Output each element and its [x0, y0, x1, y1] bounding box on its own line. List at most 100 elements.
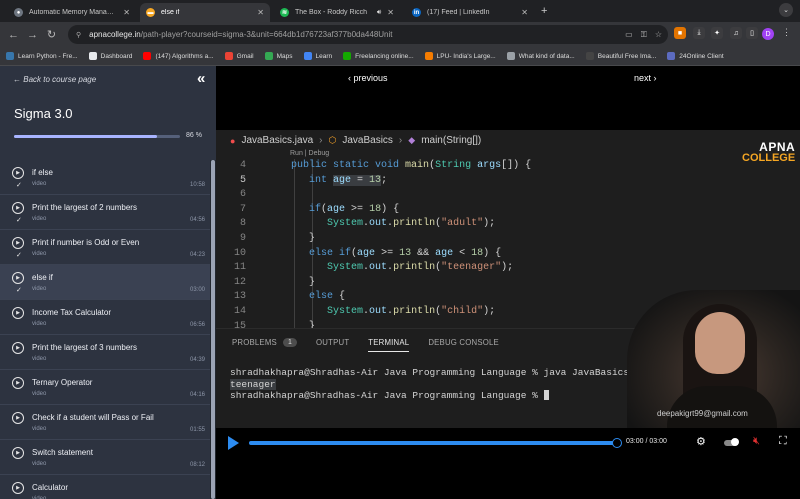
close-tab-icon[interactable]: ✕ — [123, 8, 130, 17]
bookmark-label: Freelancing online... — [355, 52, 414, 60]
next-lesson-link[interactable]: next › — [634, 73, 657, 83]
collapse-sidebar-icon[interactable]: « — [197, 70, 205, 87]
close-tab-icon[interactable]: ✕ — [257, 8, 264, 17]
previous-lesson-link[interactable]: ‹ previous — [348, 73, 388, 83]
lesson-item[interactable]: ▶ Income Tax Calculator video 06:56 — [0, 300, 210, 335]
panel-tab-terminal[interactable]: TERMINAL — [368, 338, 410, 352]
lesson-item[interactable]: ▶ ✓ if else video 10:58 — [0, 160, 210, 195]
volume-muted-icon[interactable]: 🔇︎ — [753, 435, 760, 448]
course-progress-fill — [14, 135, 157, 138]
autoplay-toggle[interactable] — [724, 438, 739, 446]
tab-title: else if — [161, 9, 180, 16]
close-tab-icon[interactable]: ✕ — [387, 8, 394, 17]
settings-gear-icon[interactable]: ⚙ — [696, 435, 706, 448]
panel-tab-problems[interactable]: PROBLEMS 1 — [232, 338, 298, 347]
line-number: 14 — [233, 305, 246, 317]
bookmark-item[interactable]: Learn Python - Fre... — [6, 52, 78, 60]
lesson-item[interactable]: ▶ ✓ Print the largest of 2 numbers video 04:… — [0, 195, 210, 230]
play-circle-icon: ▶ — [12, 307, 24, 319]
play-circle-icon: ▶ — [12, 342, 24, 354]
back-arrow-icon[interactable]: ← — [6, 29, 21, 41]
bookmark-item[interactable]: What kind of data... — [506, 52, 575, 60]
url-bar[interactable]: ⚲ apnacollege.in/path-player?courseid=si… — [68, 25, 668, 44]
tab-search-icon[interactable]: ⌄ — [779, 3, 793, 17]
breadcrumb-separator: › — [398, 135, 403, 146]
bookmark-label: Beautiful Free Ima... — [597, 52, 657, 60]
address-toolbar: ← → ↻ ⚲ apnacollege.in/path-player?cours… — [0, 22, 800, 47]
bookmark-label: Gmail — [236, 52, 254, 60]
bookmark-star-icon[interactable]: ☆ — [655, 30, 662, 39]
lesson-item[interactable]: ▶ Calculator video — [0, 475, 210, 499]
bookmark-item[interactable]: Learn — [303, 52, 332, 60]
play-icon[interactable] — [228, 436, 239, 450]
downloads-icon[interactable]: ⤓ — [693, 27, 705, 39]
bookmark-item[interactable]: Dashboard — [88, 52, 132, 60]
code-text: if(age >= 18) { — [309, 203, 400, 215]
unsplash-icon — [585, 52, 594, 60]
new-tab-button[interactable]: + — [541, 5, 547, 17]
code-text: System.out.println("child"); — [327, 305, 496, 317]
checkmark-icon: ✓ — [16, 252, 22, 259]
bookmark-item[interactable]: Gmail — [224, 52, 254, 60]
lesson-list: ▶ ✓ if else video 10:58 ▶ ✓ Print the largest o… — [0, 160, 210, 499]
lesson-duration: 06:56 — [189, 322, 205, 328]
code-line: 9} — [216, 232, 800, 247]
forward-arrow-icon[interactable]: → — [25, 29, 40, 41]
browser-tab[interactable]: ▬ else if ✕ — [140, 3, 270, 22]
freelancing-icon — [343, 52, 352, 60]
lesson-item[interactable]: ▶ Check if a student will Pass or Fail vid… — [0, 405, 210, 440]
video-player[interactable]: ‹ previous next › ● JavaBasics.java › ⬡ … — [216, 66, 800, 499]
bookmark-item[interactable]: Freelancing online... — [343, 52, 414, 60]
media-control-icon[interactable]: ♫ — [730, 27, 742, 39]
panel-tab-output[interactable]: OUTPUT — [316, 338, 349, 347]
browser-tab[interactable]: ≋ The Box - Roddy Ricch 🔊︎ ✕ — [274, 3, 400, 22]
lesson-item[interactable]: ▶ Switch statement video 08:12 — [0, 440, 210, 475]
code-text: } — [309, 276, 316, 288]
key-icon[interactable]: ⚿ — [641, 30, 647, 40]
lesson-item[interactable]: ▶ Print the largest of 3 numbers video 04:3… — [0, 335, 210, 370]
seek-bar[interactable] — [249, 441, 617, 445]
checkmark-icon: ✓ — [16, 217, 22, 224]
bookmark-item[interactable]: LPU- India's Large... — [424, 52, 496, 60]
course-progress-label: 86 % — [186, 132, 202, 139]
extensions-puzzle-icon[interactable]: ✦ — [711, 27, 723, 39]
lesson-item[interactable]: ▶ ✓ Print if number is Odd or Even video 04:… — [0, 230, 210, 265]
profile-avatar[interactable]: D — [762, 28, 774, 40]
browser-menu-icon[interactable]: ⋮ — [782, 27, 791, 38]
learn-icon — [303, 52, 312, 60]
line-number: 10 — [233, 247, 246, 259]
lesson-title: Ternary Operator — [32, 378, 93, 387]
back-to-course-link[interactable]: ← Back to course page — [13, 75, 96, 84]
seek-knob[interactable] — [612, 438, 622, 448]
side-panel-icon[interactable]: ▯ — [746, 27, 758, 39]
lesson-type: video — [32, 461, 47, 467]
panel-tabs: PROBLEMS 1 OUTPUT TERMINAL DEBUG CONSOLE — [232, 338, 499, 352]
bookmark-item[interactable]: (147) Algorithms a... — [143, 52, 214, 60]
site-info-icon[interactable]: ⚲ — [76, 31, 81, 39]
terminal-line-2: teenager — [230, 378, 276, 390]
browser-tab[interactable]: in (17) Feed | LinkedIn ✕ — [406, 3, 534, 22]
browser-tab[interactable]: ● Automatic Memory Managem ✕ — [8, 3, 136, 22]
play-circle-icon: ▶ — [12, 482, 24, 494]
bookmark-item[interactable]: 24Online Client — [667, 52, 724, 60]
extension-icon[interactable]: ■ — [674, 27, 686, 39]
time-display: 03:00 / 03:00 — [626, 438, 667, 445]
lesson-item[interactable]: ▶ ✓ else if video 03:00 — [0, 265, 210, 300]
scrollbar-thumb[interactable] — [211, 160, 215, 499]
fullscreen-icon[interactable]: ⛶ — [779, 435, 787, 448]
code-text: int age = 13; — [309, 174, 388, 186]
code-text: System.out.println("adult"); — [327, 218, 496, 230]
play-circle-icon: ▶ — [12, 237, 24, 249]
cast-icon[interactable]: ▭ — [625, 30, 633, 39]
tab-audio-icon[interactable]: 🔊︎ — [377, 9, 381, 17]
lesson-item[interactable]: ▶ Ternary Operator video 04:16 — [0, 370, 210, 405]
panel-tab-debug-console[interactable]: DEBUG CONSOLE — [428, 338, 499, 347]
bookmark-label: 24Online Client — [679, 52, 724, 60]
reload-icon[interactable]: ↻ — [44, 28, 59, 41]
gmail-icon — [224, 52, 233, 60]
play-circle-icon: ▶ — [12, 202, 24, 214]
bookmark-item[interactable]: Beautiful Free Ima... — [585, 52, 657, 60]
bookmark-item[interactable]: Maps — [264, 52, 293, 60]
close-tab-icon[interactable]: ✕ — [521, 8, 528, 17]
tab-title: (17) Feed | LinkedIn — [427, 9, 490, 16]
